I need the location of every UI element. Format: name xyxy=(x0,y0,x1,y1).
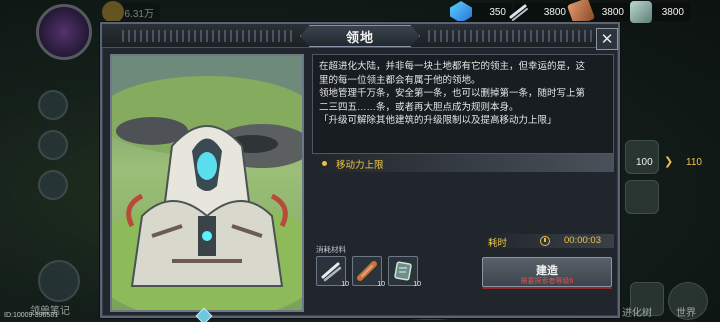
gold-coin-icon xyxy=(102,1,124,23)
chevron-right-icon: ❯ xyxy=(664,156,674,168)
territory-dialog: 领地 ✕ 在超进化大陆，并非每一块土地都有它的领主，但幸运的是，这 里的每一位领… xyxy=(100,22,702,322)
territory-illustration xyxy=(112,56,302,310)
requirement-underline xyxy=(482,287,612,289)
build-button[interactable]: 建造 需要探索者等级6 xyxy=(482,257,612,287)
stat-current-value: 100 xyxy=(636,157,653,168)
title-plate: 领地 xyxy=(300,25,420,47)
stat-label: 移动力上限 xyxy=(336,160,384,171)
bone-value: 3800 xyxy=(543,6,566,18)
material-slot-bone[interactable]: 10 xyxy=(316,256,349,288)
material-slot-stone[interactable]: 10 xyxy=(388,256,421,288)
materials-label: 消耗材料 xyxy=(316,245,346,254)
resource-bar: 6.31万 350 3800 3800 3800 xyxy=(100,0,720,27)
stat-upgrade-row: 移动力上限 100 ❯ 110 xyxy=(312,154,702,172)
build-time-row: 耗时 00:00:03 xyxy=(480,234,614,249)
gem-value: 350 xyxy=(489,6,506,18)
frame-corner xyxy=(294,56,302,64)
material-count: 10 xyxy=(341,281,349,288)
description-line: 领地管理千万条，安全第一条，也可以删掉第一条，随时写上第 xyxy=(319,88,586,99)
player-id-text: ID:10009-396581 xyxy=(4,312,59,319)
stat-next-value: 110 xyxy=(686,157,702,168)
bone-icon xyxy=(321,262,342,282)
frame-corner xyxy=(112,302,120,310)
bottom-nav-label: 世界 xyxy=(676,308,696,319)
description-line: 在超进化大陆，并非每一块土地都有它的领主，但幸运的是，这 xyxy=(319,61,586,72)
time-value: 00:00:03 xyxy=(564,235,601,246)
clock-icon xyxy=(540,236,550,246)
left-menu-button-3[interactable] xyxy=(38,170,68,200)
close-icon: ✕ xyxy=(600,31,614,48)
player-avatar[interactable] xyxy=(36,4,92,60)
frame-corner xyxy=(112,56,120,64)
stone-icon xyxy=(630,1,652,23)
time-label: 耗时 xyxy=(488,238,508,249)
build-requirement-text: 需要探索者等级6 xyxy=(520,278,574,285)
right-side-button[interactable] xyxy=(625,180,659,214)
wood-value: 3800 xyxy=(601,6,624,18)
header-ornament xyxy=(122,30,292,42)
description-box: 在超进化大陆，并非每一块土地都有它的领主，但幸运的是，这 里的每一位领主都会有属… xyxy=(312,54,614,154)
header-ornament xyxy=(428,30,598,42)
close-button[interactable]: ✕ xyxy=(596,28,618,50)
stone-value: 3800 xyxy=(661,6,684,18)
dialog-title: 领地 xyxy=(345,29,374,45)
gold-value: 6.31万 xyxy=(124,8,154,20)
bottom-nav-label: 进化树 xyxy=(622,308,652,319)
material-count: 10 xyxy=(413,281,421,288)
blue-gem-icon xyxy=(450,1,472,23)
stone-icon xyxy=(394,261,412,281)
material-count: 10 xyxy=(377,281,385,288)
stone-resource[interactable]: 3800 xyxy=(630,1,690,23)
bullet-dot-icon xyxy=(322,161,327,166)
bone-icon xyxy=(508,1,530,23)
bone-resource[interactable]: 3800 xyxy=(509,3,572,21)
frame-corner xyxy=(294,302,302,310)
wood-resource[interactable]: 3800 xyxy=(566,0,630,27)
description-line: 里的每一位领主都会有属于他的领地。 xyxy=(319,74,481,86)
description-line: 「升级可解除其他建筑的升级限制以及提高移动力上限」 xyxy=(319,115,557,126)
beast-notes-button[interactable] xyxy=(38,260,80,302)
dialog-header: 领地 xyxy=(102,24,618,48)
description-line: 二三四五……条，或者再大胆点成为规则本身。 xyxy=(319,101,519,113)
left-menu-button-2[interactable] xyxy=(38,130,68,160)
gem-resource[interactable]: 350 xyxy=(450,1,512,23)
wood-icon xyxy=(357,261,377,281)
material-slot-wood[interactable]: 10 xyxy=(352,256,385,288)
building-artwork xyxy=(110,54,304,312)
left-menu-button-1[interactable] xyxy=(38,90,68,120)
gold-resource[interactable]: 6.31万 xyxy=(102,1,160,23)
